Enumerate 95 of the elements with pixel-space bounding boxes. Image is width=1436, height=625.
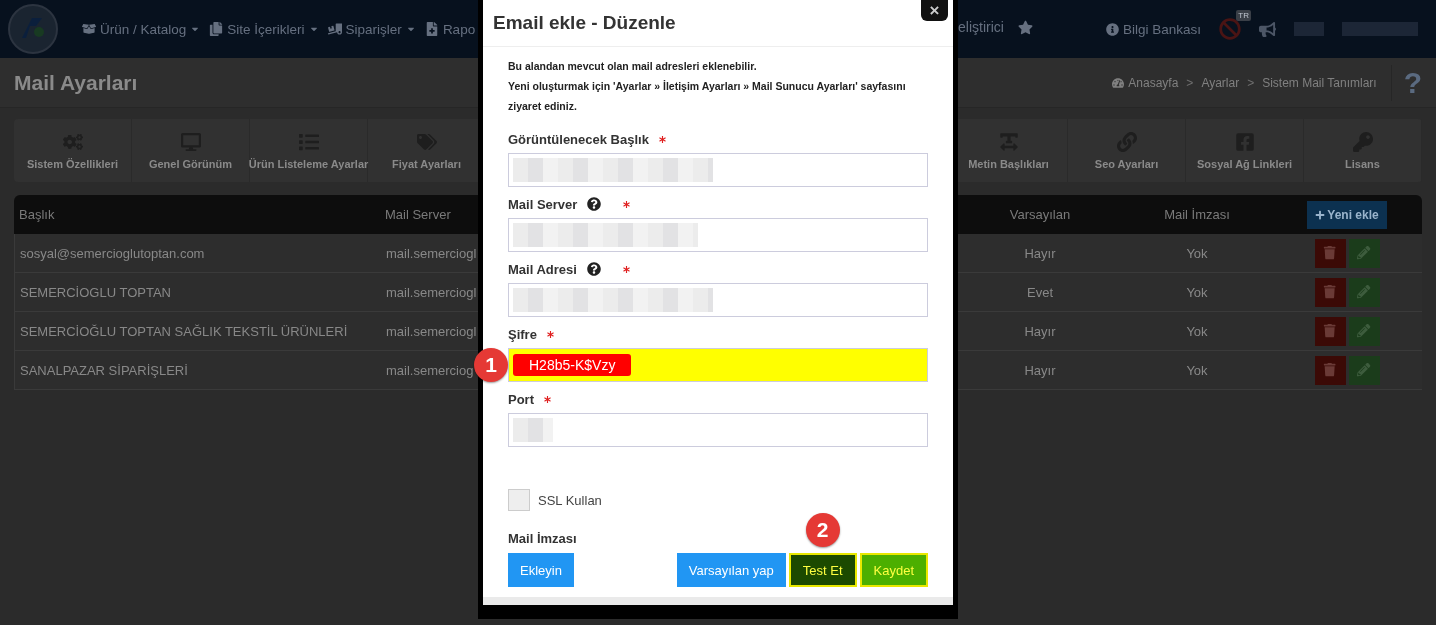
add-button[interactable]: Yeni ekle: [1307, 200, 1387, 229]
megaphone-icon[interactable]: [1259, 20, 1276, 38]
table-cell: sosyal@semercioglutoptan.com: [20, 245, 205, 261]
trash-icon: [1323, 363, 1337, 377]
ssl-checkbox[interactable]: [508, 489, 530, 511]
step-marker: 2: [805, 513, 840, 547]
trash-icon: [1323, 246, 1337, 260]
plus-icon: [1315, 209, 1326, 220]
box-icon: [82, 22, 96, 36]
field-label: Mail İmzası: [508, 531, 577, 546]
pencil-icon: [1357, 285, 1371, 299]
delete-button[interactable]: [1314, 355, 1346, 385]
input-field[interactable]: H28b5-K$Vzy: [508, 348, 928, 382]
table-cell: SANALPAZAR SİPARİŞLERİ: [20, 362, 188, 378]
delete-button[interactable]: [1314, 316, 1346, 346]
save-button[interactable]: Kaydet: [859, 553, 928, 587]
logo-icon: [8, 4, 58, 54]
edit-button[interactable]: [1348, 238, 1380, 268]
table-cell: Hayır: [1024, 323, 1056, 339]
table-cell: SEMERCİOGLU TOPTAN: [20, 284, 171, 300]
table-cell: Yok: [1186, 362, 1208, 378]
nav-item[interactable]: Ürün / Katalog: [82, 21, 201, 37]
add-signature-button[interactable]: Ekleyin: [508, 553, 574, 587]
column-header: Başlık: [19, 207, 55, 222]
trash-icon: [1323, 324, 1337, 338]
help-link[interactable]: Bilgi Bankası: [1105, 21, 1201, 37]
test-button[interactable]: Test Et: [788, 553, 857, 587]
password-value: H28b5-K$Vzy: [513, 354, 632, 376]
breadcrumb-link[interactable]: Sistem Mail Tanımları: [1262, 75, 1377, 90]
table-cell: SEMERCİOĞLU TOPTAN SAĞLIK TEKSTİL ÜRÜNLERİ: [20, 323, 348, 339]
table-cell: Evet: [1027, 284, 1053, 300]
settings-tile[interactable]: Sosyal Ağ Linkleri: [1186, 119, 1304, 182]
column-header: Varsayılan: [1009, 207, 1071, 222]
table-cell: mail.semerciog: [386, 362, 474, 378]
step-marker: 1: [474, 348, 508, 382]
settings-tile[interactable]: Genel Görünüm: [132, 119, 250, 182]
nav-item[interactable]: eliştirici: [958, 19, 1033, 35]
field-label: Şifre: [508, 326, 537, 342]
intro-text: Bu alandan mevcut olan mail adresleri eklenebilir.: [508, 59, 758, 74]
modal-title: Email ekle - Düzenle: [493, 12, 676, 34]
pencil-icon: [1357, 246, 1371, 260]
intro-text: Yeni oluşturmak için 'Ayarlar » İletişim Ayarları » Mail Sunucu Ayarları' sayfasını ziyaret ediniz.: [508, 79, 907, 114]
table-cell: Yok: [1186, 323, 1208, 339]
trash-icon: [1323, 285, 1337, 299]
delete-button[interactable]: [1314, 238, 1346, 268]
table-cell: Hayır: [1024, 362, 1056, 378]
breadcrumb-link[interactable]: Anasayfa: [1112, 75, 1179, 90]
checkbox-label: SSL Kullan: [538, 492, 602, 508]
help-icon[interactable]: [587, 197, 602, 211]
input-field[interactable]: [508, 283, 928, 317]
dolly-icon: [327, 22, 342, 36]
help-icon[interactable]: [586, 262, 601, 276]
language-badge: TR: [1236, 10, 1251, 21]
settings-tile[interactable]: Sistem Özellikleri: [14, 119, 132, 182]
field-label: Görüntülenecek Başlık: [508, 131, 649, 147]
pencil-icon: [1357, 363, 1371, 377]
nav-item[interactable]: Site İçerikleri: [209, 21, 319, 37]
table-cell: Yok: [1186, 284, 1208, 300]
edit-button[interactable]: [1348, 316, 1380, 346]
input-field[interactable]: [508, 413, 928, 447]
file-icon: [424, 22, 439, 36]
field-label: Port: [508, 391, 534, 407]
help-mark[interactable]: ?: [1403, 65, 1422, 100]
input-field[interactable]: [508, 153, 928, 187]
pencil-icon: [1357, 324, 1371, 338]
close-button[interactable]: ×: [921, 0, 948, 21]
field-label: Mail Server: [508, 196, 578, 212]
settings-tile[interactable]: Lisans: [1304, 119, 1422, 182]
table-cell: mail.semerciogl: [386, 245, 477, 261]
breadcrumb-separator: >: [1186, 75, 1194, 90]
breadcrumb-separator: >: [1247, 75, 1255, 90]
nav-item[interactable]: Siparişler: [327, 21, 416, 37]
info-icon: [1105, 22, 1119, 36]
table-cell: mail.semerciogl: [386, 323, 477, 339]
edit-button[interactable]: [1348, 355, 1380, 385]
delete-button[interactable]: [1314, 277, 1346, 307]
input-field[interactable]: [508, 218, 928, 252]
edit-button[interactable]: [1348, 277, 1380, 307]
breadcrumb-link[interactable]: Ayarlar: [1201, 75, 1240, 90]
table-cell: Hayır: [1024, 245, 1056, 261]
default-button[interactable]: Varsayılan yap: [676, 553, 786, 587]
documents-icon: [209, 22, 224, 36]
table-cell: mail.semerciogl: [386, 284, 477, 300]
table-cell: Yok: [1186, 245, 1208, 261]
settings-tile[interactable]: Ürün Listeleme Ayarlar: [250, 119, 368, 182]
field-label: Mail Adresi: [508, 261, 577, 277]
column-header: Mail İmzası: [1164, 207, 1230, 222]
star-icon: [1017, 19, 1033, 35]
dashboard-icon: [1112, 76, 1125, 89]
translate-off-icon[interactable]: [1219, 18, 1241, 40]
settings-tile[interactable]: Seo Ayarları: [1068, 119, 1186, 182]
column-header: Mail Server: [385, 207, 451, 222]
nav-item[interactable]: Rapo: [424, 21, 476, 37]
page-title: Mail Ayarları: [14, 70, 138, 95]
redacted-mark: [513, 418, 553, 442]
